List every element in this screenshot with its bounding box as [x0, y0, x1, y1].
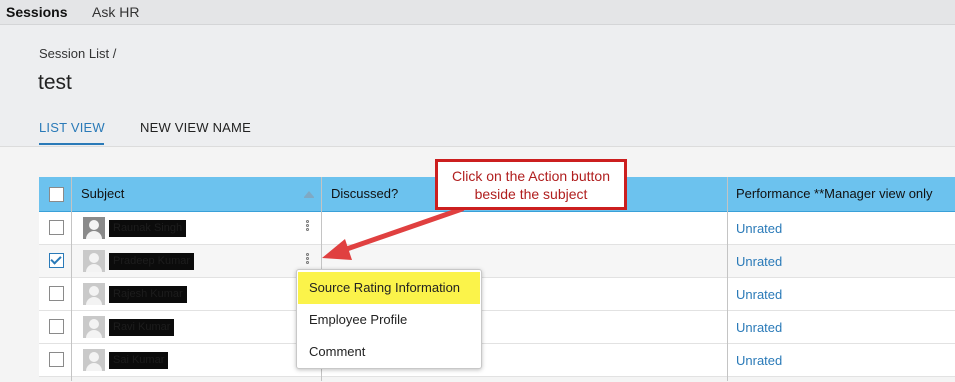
subject-name[interactable]: Pradeep Kumar	[109, 253, 195, 270]
table-row[interactable]: Rajesh Kumar Unrated	[39, 278, 955, 311]
performance-value[interactable]: Unrated	[736, 287, 782, 302]
tab-list-view[interactable]: LIST VIEW	[39, 120, 105, 135]
row-checkbox[interactable]	[49, 253, 64, 268]
row-checkbox[interactable]	[49, 286, 64, 301]
tab-new-view-name[interactable]: NEW VIEW NAME	[140, 120, 251, 135]
avatar	[83, 217, 105, 239]
breadcrumb[interactable]: Session List /	[39, 46, 116, 61]
menu-item-employee-profile[interactable]: Employee Profile	[298, 304, 480, 336]
performance-value[interactable]: Unrated	[736, 320, 782, 335]
subject-name[interactable]: Rajesh Kumar	[109, 286, 187, 303]
row-checkbox[interactable]	[49, 220, 64, 235]
table-row[interactable]: Pradeep Kumar Unrated	[39, 245, 955, 278]
page-title: test	[38, 71, 72, 94]
action-menu: Source Rating Information Employee Profi…	[296, 269, 482, 369]
table-row[interactable]: Ravi Kumar Unrated	[39, 311, 955, 344]
menu-item-comment[interactable]: Comment	[298, 336, 480, 368]
callout-line-1: Click on the Action button	[452, 168, 610, 184]
action-dots-icon[interactable]	[306, 220, 310, 236]
avatar	[83, 316, 105, 338]
page-header: Session List / test LIST VIEW NEW VIEW N…	[0, 25, 955, 145]
avatar	[83, 283, 105, 305]
avatar	[83, 250, 105, 272]
subject-name[interactable]: Ravi Kumar	[109, 319, 175, 336]
row-checkbox[interactable]	[49, 352, 64, 367]
subject-name[interactable]: Sai Kumar	[109, 352, 169, 369]
column-header-performance[interactable]: Performance **Manager view only	[736, 177, 933, 211]
select-all-checkbox[interactable]	[49, 187, 64, 202]
instruction-callout: Click on the Action button beside the su…	[435, 159, 627, 210]
performance-value[interactable]: Unrated	[736, 254, 782, 269]
top-tab-ask-hr[interactable]: Ask HR	[92, 4, 139, 20]
table-row[interactable]: Sai Kumar Unrated	[39, 344, 955, 377]
column-header-subject[interactable]: Subject	[81, 177, 124, 211]
column-divider[interactable]	[727, 177, 728, 381]
action-dots-icon[interactable]	[306, 253, 310, 269]
sort-up-icon[interactable]	[303, 190, 315, 198]
performance-value[interactable]: Unrated	[736, 353, 782, 368]
menu-item-source-rating-information[interactable]: Source Rating Information	[298, 272, 480, 304]
avatar	[83, 349, 105, 371]
column-divider	[71, 177, 72, 381]
subject-name[interactable]: Raunak Singh	[109, 220, 187, 237]
top-tab-sessions[interactable]: Sessions	[6, 4, 67, 20]
row-checkbox[interactable]	[49, 319, 64, 334]
table-row[interactable]: Raunak Singh Unrated	[39, 212, 955, 245]
callout-line-2: beside the subject	[474, 186, 588, 202]
active-tab-underline	[39, 143, 104, 145]
top-nav-bar: Sessions Ask HR	[0, 0, 955, 25]
column-header-discussed[interactable]: Discussed?	[331, 177, 398, 211]
performance-value[interactable]: Unrated	[736, 221, 782, 236]
